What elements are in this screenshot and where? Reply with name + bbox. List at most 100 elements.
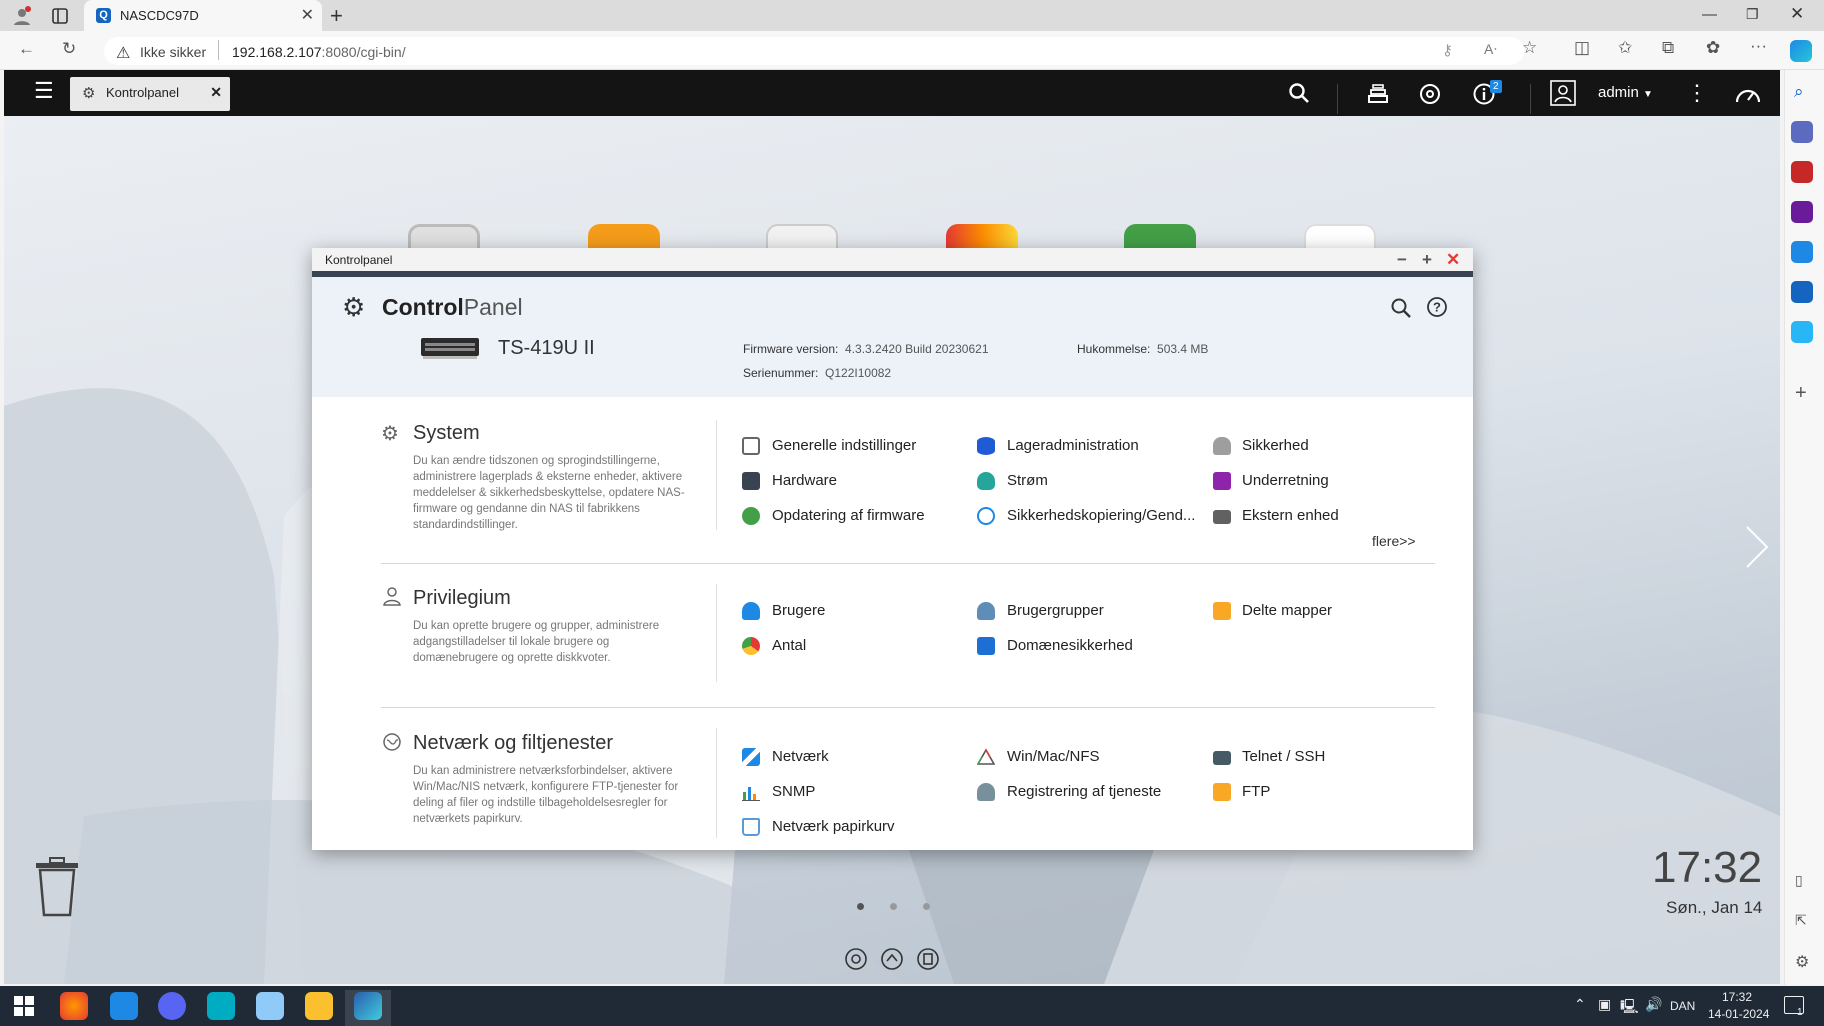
back-icon[interactable]: ← bbox=[18, 39, 35, 59]
favorite-star-icon[interactable]: ☆ bbox=[1522, 38, 1537, 58]
file-explorer-icon[interactable] bbox=[305, 992, 333, 1020]
qfinder-icon[interactable] bbox=[207, 992, 235, 1020]
more-menu-icon[interactable]: ⋮ bbox=[1686, 80, 1708, 106]
tray-volume-icon[interactable]: 🔊 bbox=[1645, 996, 1662, 1013]
favorites-icon[interactable]: ✩ bbox=[1618, 38, 1632, 58]
sidebar-search-icon[interactable]: ⌕ bbox=[1794, 82, 1804, 102]
tab-actions-icon[interactable] bbox=[52, 8, 68, 24]
item-service-discovery[interactable]: Registrering af tjeneste bbox=[1007, 783, 1161, 800]
tray-language[interactable]: DAN bbox=[1670, 999, 1695, 1013]
users-icon bbox=[742, 602, 760, 620]
main-menu-icon[interactable]: ☰ bbox=[34, 78, 54, 104]
trash-icon[interactable] bbox=[32, 855, 82, 917]
item-ftp[interactable]: FTP bbox=[1242, 783, 1270, 800]
next-page-arrow-icon[interactable] bbox=[1742, 522, 1772, 572]
item-user-groups[interactable]: Brugergrupper bbox=[1007, 602, 1104, 619]
page-dot-3[interactable] bbox=[923, 903, 930, 910]
tray-time[interactable]: 17:32 bbox=[1722, 990, 1752, 1004]
browser-tab[interactable]: Q NASCDC97D ✕ bbox=[84, 0, 322, 31]
sidebar-tools-icon[interactable] bbox=[1791, 161, 1813, 183]
cp-search-icon[interactable] bbox=[1390, 297, 1412, 319]
window-maximize-icon[interactable]: + bbox=[1422, 250, 1432, 270]
profile-icon[interactable] bbox=[12, 6, 32, 26]
item-backup[interactable]: Sikkerhedskopiering/Gend... bbox=[1007, 507, 1195, 524]
collections-icon[interactable]: ⧉ bbox=[1662, 38, 1674, 58]
item-network-recycle-bin[interactable]: Netværk papirkurv bbox=[772, 818, 895, 835]
background-tasks-icon[interactable] bbox=[1366, 82, 1390, 106]
item-power[interactable]: Strøm bbox=[1007, 472, 1048, 489]
sidebar-send-icon[interactable] bbox=[1791, 321, 1813, 343]
item-hardware[interactable]: Hardware bbox=[772, 472, 837, 489]
extensions-icon[interactable]: ✿ bbox=[1706, 38, 1720, 58]
url-text[interactable]: 192.168.2.107:8080/cgi-bin/ bbox=[232, 44, 406, 60]
sidebar-settings-icon[interactable]: ⚙ bbox=[1795, 952, 1809, 972]
nas-tab-close-icon[interactable]: ✕ bbox=[210, 84, 222, 101]
item-external-device[interactable]: Ekstern enhed bbox=[1242, 507, 1339, 524]
tray-network-icon[interactable]: 🖳 bbox=[1620, 996, 1639, 1020]
window-close-icon[interactable]: ✕ bbox=[1446, 250, 1460, 270]
heading-bold: Control bbox=[382, 294, 464, 320]
tab-close-icon[interactable]: ✕ bbox=[301, 5, 314, 25]
nas-search-icon[interactable] bbox=[1288, 82, 1310, 104]
start-icon[interactable] bbox=[14, 996, 34, 1016]
item-firmware-update[interactable]: Opdatering af firmware bbox=[772, 507, 925, 524]
memory-info: Hukommelse: 503.4 MB bbox=[1077, 342, 1208, 356]
split-screen-icon[interactable]: ◫ bbox=[1574, 38, 1590, 58]
sidebar-panel-icon[interactable]: ▯ bbox=[1795, 872, 1803, 889]
warning-icon[interactable]: ⚠ bbox=[116, 43, 130, 63]
notepad-icon[interactable] bbox=[256, 992, 284, 1020]
sidebar-external-icon[interactable]: ⇱ bbox=[1795, 912, 1807, 929]
sidebar-games-icon[interactable] bbox=[1791, 201, 1813, 223]
window-minimize-icon[interactable]: − bbox=[1397, 250, 1407, 270]
item-notification[interactable]: Underretning bbox=[1242, 472, 1329, 489]
page-dot-2[interactable] bbox=[890, 903, 897, 910]
cp-help-icon[interactable]: ? bbox=[1426, 296, 1448, 318]
user-menu[interactable]: admin ▼ bbox=[1598, 84, 1653, 101]
dashboard-icon[interactable] bbox=[1734, 82, 1762, 106]
backup-icon bbox=[977, 507, 995, 525]
dock-icon-1[interactable] bbox=[844, 947, 868, 971]
item-snmp[interactable]: SNMP bbox=[772, 783, 815, 800]
user-name: admin bbox=[1598, 84, 1639, 101]
key-icon[interactable]: ⚷ bbox=[1442, 41, 1453, 59]
item-general-settings[interactable]: Generelle indstillinger bbox=[772, 437, 916, 454]
tray-chevron-icon[interactable]: ⌃ bbox=[1574, 996, 1586, 1013]
security-label[interactable]: Ikke sikker bbox=[140, 44, 206, 60]
more-options-icon[interactable]: ··· bbox=[1750, 36, 1767, 56]
dock-icon-3[interactable] bbox=[916, 947, 940, 971]
firefox-icon[interactable] bbox=[60, 992, 88, 1020]
sidebar-shopping-icon[interactable] bbox=[1791, 121, 1813, 143]
minimize-window-icon[interactable]: — bbox=[1702, 6, 1717, 23]
item-win-mac-nfs[interactable]: Win/Mac/NFS bbox=[1007, 748, 1100, 765]
item-telnet-ssh[interactable]: Telnet / SSH bbox=[1242, 748, 1325, 765]
more-link[interactable]: flere>> bbox=[1372, 533, 1416, 549]
item-quota[interactable]: Antal bbox=[772, 637, 806, 654]
user-avatar-icon[interactable] bbox=[1550, 80, 1576, 106]
close-window-icon[interactable]: ✕ bbox=[1790, 4, 1804, 24]
sidebar-outlook-icon[interactable] bbox=[1791, 281, 1813, 303]
thunderbird-icon[interactable] bbox=[110, 992, 138, 1020]
window-titlebar[interactable]: Kontrolpanel − + ✕ bbox=[312, 248, 1473, 271]
nas-app-tab[interactable]: ⚙ Kontrolpanel ✕ bbox=[70, 77, 230, 111]
firmware-value: 4.3.3.2420 Build 20230621 bbox=[845, 342, 989, 356]
refresh-icon[interactable]: ↻ bbox=[62, 39, 76, 59]
item-domain-security[interactable]: Domænesikkerhed bbox=[1007, 637, 1133, 654]
item-shared-folders[interactable]: Delte mapper bbox=[1242, 602, 1332, 619]
restore-window-icon[interactable]: ❐ bbox=[1746, 6, 1759, 23]
ftp-icon bbox=[1213, 783, 1231, 801]
item-storage[interactable]: Lageradministration bbox=[1007, 437, 1139, 454]
sidebar-add-icon[interactable]: + bbox=[1795, 382, 1807, 405]
tray-meet-icon[interactable]: ▣ bbox=[1598, 996, 1611, 1013]
new-tab-button[interactable]: + bbox=[330, 3, 343, 29]
discord-icon[interactable] bbox=[158, 992, 186, 1020]
dock-icon-2[interactable] bbox=[880, 947, 904, 971]
item-security[interactable]: Sikkerhed bbox=[1242, 437, 1309, 454]
item-users[interactable]: Brugere bbox=[772, 602, 825, 619]
read-aloud-icon[interactable]: Aᐧ bbox=[1484, 41, 1497, 58]
sidebar-m365-icon[interactable] bbox=[1791, 241, 1813, 263]
item-network[interactable]: Netværk bbox=[772, 748, 829, 765]
page-dot-1[interactable] bbox=[857, 903, 864, 910]
copilot-icon[interactable] bbox=[1790, 40, 1812, 62]
tray-date[interactable]: 14-01-2024 bbox=[1708, 1007, 1769, 1021]
external-device-icon[interactable] bbox=[1418, 82, 1442, 106]
